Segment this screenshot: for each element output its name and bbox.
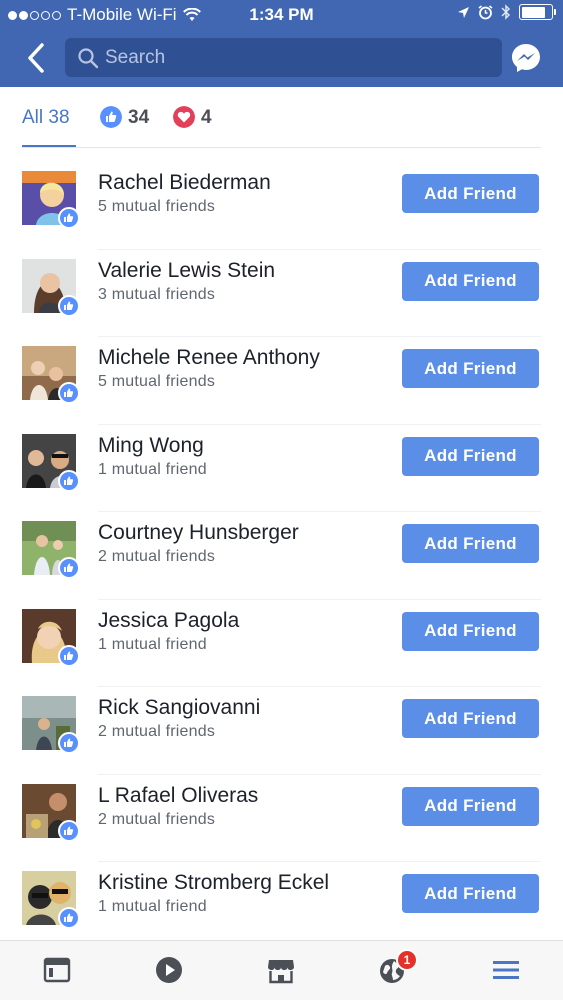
person-name[interactable]: Kristine Stromberg Eckel xyxy=(98,871,329,895)
love-reaction-icon xyxy=(173,106,195,128)
mutual-friends-count[interactable]: 2 mutual friends xyxy=(98,723,215,741)
like-badge-icon xyxy=(58,469,80,492)
person-name[interactable]: Ming Wong xyxy=(98,434,204,458)
like-reaction-icon xyxy=(100,106,122,128)
list-item[interactable]: Ming Wong 1 mutual friend Add Friend xyxy=(0,423,563,521)
add-friend-button[interactable]: Add Friend xyxy=(402,174,539,213)
mutual-friends-count[interactable]: 1 mutual friend xyxy=(98,636,207,654)
row-divider xyxy=(98,511,541,512)
search-input[interactable] xyxy=(105,38,485,77)
mutual-friends-count[interactable]: 5 mutual friends xyxy=(98,373,215,391)
add-friend-button[interactable]: Add Friend xyxy=(402,786,539,826)
messenger-icon[interactable] xyxy=(510,42,542,74)
status-bar: T-Mobile Wi-Fi 1:34 PM xyxy=(0,0,563,30)
tab-all[interactable]: All 38 xyxy=(22,107,70,148)
list-item[interactable]: Rachel Biederman 5 mutual friends Add Fr… xyxy=(0,171,563,258)
like-badge-icon xyxy=(58,207,80,229)
chevron-left-icon[interactable] xyxy=(22,41,52,75)
battery-icon xyxy=(519,4,556,20)
person-name[interactable]: Valerie Lewis Stein xyxy=(98,259,275,283)
tab-like[interactable]: 34 xyxy=(100,106,150,148)
mutual-friends-count[interactable]: 1 mutual friend xyxy=(98,898,207,916)
row-divider xyxy=(98,773,541,775)
like-count: 34 xyxy=(128,107,150,128)
notification-badge: 1 xyxy=(396,949,418,971)
row-divider xyxy=(98,861,541,862)
tabs-divider xyxy=(22,147,541,148)
tab-all-label: All 38 xyxy=(22,107,70,128)
list-item[interactable]: Rick Sangiovanni 2 mutual friends Add Fr… xyxy=(0,686,563,783)
row-divider xyxy=(98,686,541,687)
search-icon xyxy=(78,48,99,69)
tab-love[interactable]: 4 xyxy=(173,106,212,148)
add-friend-button[interactable]: Add Friend xyxy=(402,436,539,476)
reaction-tabs: All 38 34 4 xyxy=(0,87,563,148)
add-friend-button[interactable]: Add Friend xyxy=(402,524,539,563)
row-divider xyxy=(98,336,541,337)
add-friend-button[interactable]: Add Friend xyxy=(402,611,539,651)
mutual-friends-count[interactable]: 2 mutual friends xyxy=(98,811,215,829)
mutual-friends-count[interactable]: 1 mutual friend xyxy=(98,461,207,479)
search-bar-row xyxy=(0,36,563,80)
search-box[interactable] xyxy=(65,38,502,77)
like-badge-icon xyxy=(58,557,80,579)
add-friend-button[interactable]: Add Friend xyxy=(402,699,539,738)
list-item[interactable]: L Rafael Oliveras 2 mutual friends Add F… xyxy=(0,773,563,871)
like-badge-icon xyxy=(58,819,80,842)
like-badge-icon xyxy=(58,732,80,754)
person-name[interactable]: L Rafael Oliveras xyxy=(98,784,258,808)
list-item[interactable]: Jessica Pagola 1 mutual friend Add Frien… xyxy=(0,598,563,696)
row-divider xyxy=(98,423,541,425)
love-count: 4 xyxy=(201,107,212,128)
person-name[interactable]: Jessica Pagola xyxy=(98,609,239,633)
top-bar: T-Mobile Wi-Fi 1:34 PM xyxy=(0,0,563,87)
mutual-friends-count[interactable]: 3 mutual friends xyxy=(98,286,215,304)
list-item[interactable]: Valerie Lewis Stein 3 mutual friends Add… xyxy=(0,248,563,346)
add-friend-button[interactable]: Add Friend xyxy=(402,349,539,388)
location-arrow-icon xyxy=(458,6,469,18)
person-name[interactable]: Courtney Hunsberger xyxy=(98,521,299,545)
person-name[interactable]: Rachel Biederman xyxy=(98,171,271,195)
person-name[interactable]: Rick Sangiovanni xyxy=(98,696,260,720)
menu-icon[interactable] xyxy=(491,955,521,985)
list-item[interactable]: Michele Renee Anthony 5 mutual friends A… xyxy=(0,336,563,433)
like-badge-icon xyxy=(58,644,80,667)
news-feed-icon[interactable] xyxy=(42,955,72,985)
list-item[interactable]: Courtney Hunsberger 2 mutual friends Add… xyxy=(0,511,563,608)
like-badge-icon xyxy=(58,294,80,317)
row-divider xyxy=(98,598,541,600)
video-icon[interactable] xyxy=(154,955,184,985)
add-friend-button[interactable]: Add Friend xyxy=(402,261,539,301)
like-badge-icon xyxy=(58,382,80,404)
bluetooth-icon xyxy=(501,4,511,20)
mutual-friends-count[interactable]: 5 mutual friends xyxy=(98,198,215,216)
alarm-icon xyxy=(478,4,493,19)
mutual-friends-count[interactable]: 2 mutual friends xyxy=(98,548,215,566)
add-friend-button[interactable]: Add Friend xyxy=(402,874,539,913)
person-name[interactable]: Michele Renee Anthony xyxy=(98,346,320,370)
row-divider xyxy=(98,248,541,250)
like-badge-icon xyxy=(58,907,80,929)
bottom-tab-bar: 1 xyxy=(0,940,563,1000)
status-right xyxy=(457,4,556,20)
marketplace-icon[interactable] xyxy=(266,955,296,985)
